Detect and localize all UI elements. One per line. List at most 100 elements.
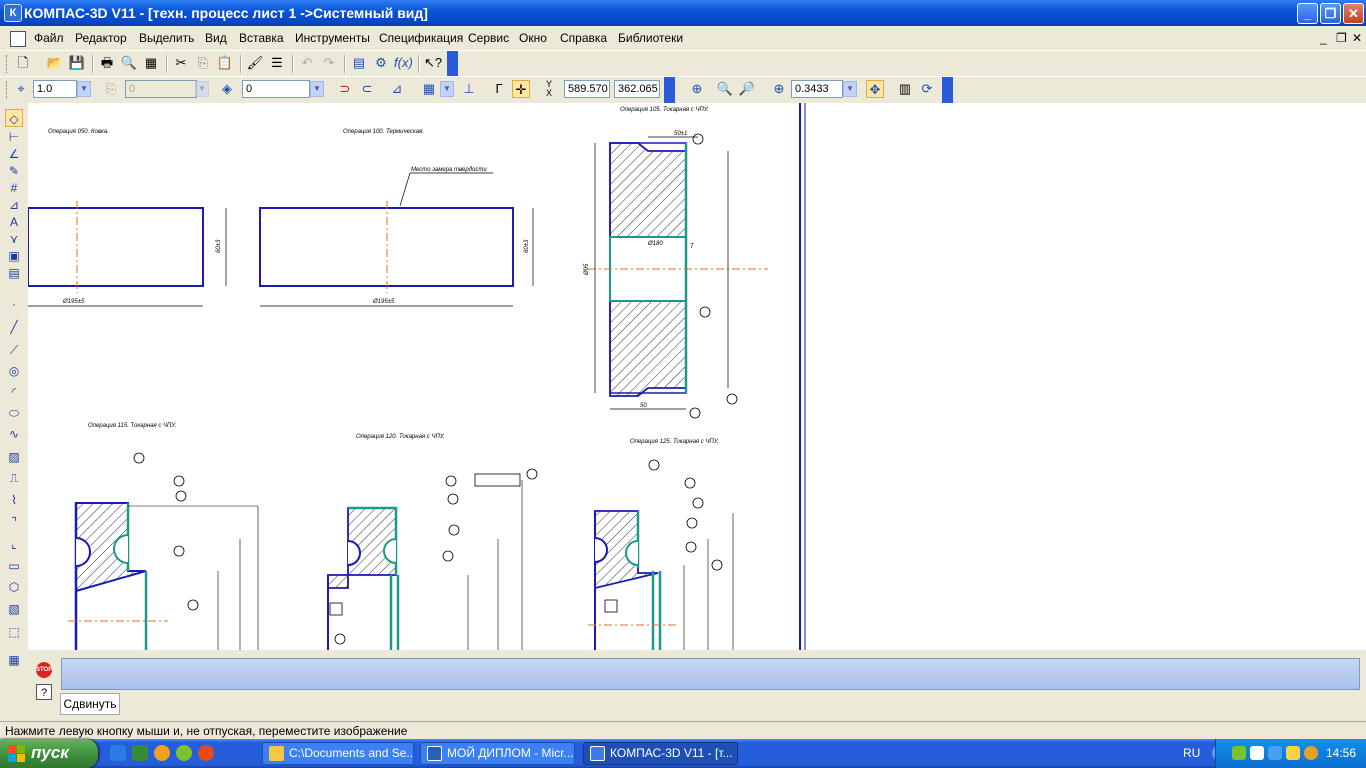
designations-icon[interactable]: ∠: [5, 145, 23, 163]
dimensions-icon[interactable]: ⊢: [5, 128, 23, 146]
copy-icon[interactable]: ⎘: [194, 54, 212, 72]
variables-fx-icon[interactable]: f(x): [394, 54, 413, 72]
segment-icon[interactable]: ⟋: [5, 341, 23, 359]
snap-options-icon[interactable]: ⊂: [358, 80, 376, 98]
cut-icon[interactable]: ✂: [172, 54, 190, 72]
menu-view[interactable]: Вид: [205, 31, 227, 45]
format-brush-icon[interactable]: 🖌: [246, 54, 264, 72]
menu-file[interactable]: Файл: [34, 31, 64, 45]
regenerate-icon[interactable]: ▥: [896, 80, 914, 98]
open-icon[interactable]: 📂: [46, 54, 64, 72]
ellipse-icon[interactable]: ⬭: [5, 404, 23, 422]
chevron-down-icon[interactable]: ▼: [310, 81, 324, 97]
select-icon[interactable]: A: [5, 213, 23, 231]
drawing-canvas[interactable]: Операция 050. Ковка. 60±3 Ø195±5 Операци…: [28, 103, 1366, 650]
collection-icon[interactable]: ▦: [5, 651, 23, 669]
list-icon[interactable]: ☰: [268, 54, 286, 72]
circle-icon[interactable]: ◎: [5, 362, 23, 380]
mdi-close-button[interactable]: ✕: [1352, 31, 1362, 45]
clock[interactable]: 14:56: [1326, 746, 1356, 760]
internet-explorer-icon[interactable]: [110, 745, 126, 761]
layer-state-icon[interactable]: ⎘: [102, 80, 120, 98]
redo-icon[interactable]: ↷: [320, 54, 338, 72]
menu-tools[interactable]: Инструменты: [295, 31, 370, 45]
polyline-icon[interactable]: ⎍: [5, 469, 23, 487]
minimize-button[interactable]: _: [1297, 3, 1318, 24]
start-button[interactable]: пуск: [0, 739, 98, 768]
fillet-icon[interactable]: ⌞: [5, 535, 23, 553]
zoom-scale-icon[interactable]: ⊕: [770, 80, 788, 98]
taskbar-kompas-button[interactable]: КОМПАС-3D V11 - [т...: [583, 742, 738, 765]
coord-y-field[interactable]: 362.065: [614, 80, 660, 98]
app-quicklaunch-icon[interactable]: [154, 745, 170, 761]
toolbar-options-icon[interactable]: [942, 77, 953, 103]
axis-icon[interactable]: ⊥: [460, 80, 478, 98]
fragment-icon[interactable]: ▤: [5, 264, 23, 282]
zoom-window-icon[interactable]: ⊕: [688, 80, 706, 98]
chamfer-icon[interactable]: ⌝: [5, 513, 23, 531]
line-scale-field[interactable]: 1.0: [33, 80, 77, 98]
menu-libraries[interactable]: Библиотеки: [618, 31, 683, 45]
toolbar-options-icon[interactable]: [664, 77, 675, 103]
report-icon[interactable]: ▣: [5, 247, 23, 265]
tray-app-icon[interactable]: [1268, 746, 1282, 760]
layers-icon[interactable]: ◈: [218, 80, 236, 98]
context-help-icon[interactable]: ↖?: [424, 54, 442, 72]
maximize-button[interactable]: ❐: [1320, 3, 1341, 24]
print-preview-icon[interactable]: 🔍: [120, 54, 138, 72]
undo-icon[interactable]: ↶: [298, 54, 316, 72]
taskbar-explorer-button[interactable]: C:\Documents and Se...: [262, 742, 414, 765]
app-quicklaunch-icon[interactable]: [132, 745, 148, 761]
document-icon[interactable]: [10, 31, 26, 47]
spec-icon[interactable]: ⋎: [5, 230, 23, 248]
save-icon[interactable]: 💾: [68, 54, 86, 72]
taskbar-word-button[interactable]: МОЙ ДИПЛОМ - Micr...: [420, 742, 575, 765]
stop-icon[interactable]: STOP: [36, 662, 52, 678]
mdi-minimize-button[interactable]: _: [1320, 31, 1327, 45]
spline-icon[interactable]: ∿: [5, 425, 23, 443]
grid-icon[interactable]: ▦: [420, 80, 438, 98]
polygon-icon[interactable]: ⬡: [5, 578, 23, 596]
hatch-icon[interactable]: ▨: [5, 448, 23, 466]
zoom-field[interactable]: 0.3433: [791, 80, 843, 98]
mdi-restore-button[interactable]: ❐: [1336, 31, 1347, 45]
manager-icon[interactable]: ▤: [350, 54, 368, 72]
cursor-snap-icon[interactable]: ✛: [512, 80, 530, 98]
bezier-icon[interactable]: ⌇: [5, 491, 23, 509]
print-icon[interactable]: 🖶: [98, 54, 116, 72]
menu-service[interactable]: Сервис: [468, 31, 509, 45]
rectangle-icon[interactable]: ▭: [5, 557, 23, 575]
toolbar-options-icon[interactable]: [447, 51, 458, 77]
close-button[interactable]: ✕: [1343, 3, 1364, 24]
tab-pan[interactable]: Сдвинуть: [60, 693, 120, 715]
menu-select[interactable]: Выделить: [139, 31, 194, 45]
toolbar-grip[interactable]: [6, 55, 10, 73]
chevron-down-icon[interactable]: ▼: [77, 81, 91, 97]
hatch-area-icon[interactable]: ▧: [5, 600, 23, 618]
local-cs-icon[interactable]: ⌖: [12, 80, 30, 98]
menu-window[interactable]: Окно: [519, 31, 547, 45]
properties-icon[interactable]: ▦: [142, 54, 160, 72]
measure-icon[interactable]: ⊿: [5, 196, 23, 214]
app-quicklaunch-icon[interactable]: [176, 745, 192, 761]
magnet-snap-icon[interactable]: ⊃: [336, 80, 354, 98]
edit-icon[interactable]: ✎: [5, 162, 23, 180]
parametrization-icon[interactable]: #: [5, 179, 23, 197]
contour-icon[interactable]: ⬚: [5, 623, 23, 641]
tray-app-icon[interactable]: [1232, 746, 1246, 760]
point-icon[interactable]: ·: [5, 295, 23, 313]
zoom-out-icon[interactable]: 🔎: [738, 80, 756, 98]
menu-specification[interactable]: Спецификация: [379, 31, 463, 45]
network-icon[interactable]: [1250, 746, 1264, 760]
pan-icon[interactable]: ✥: [866, 80, 884, 98]
chevron-down-icon[interactable]: ▼: [440, 81, 454, 97]
ortho-icon[interactable]: ⊿: [388, 80, 406, 98]
chevron-down-icon[interactable]: ▼: [843, 81, 857, 97]
language-indicator[interactable]: RU: [1183, 746, 1200, 760]
chrome-icon[interactable]: [198, 745, 214, 761]
menu-help[interactable]: Справка: [560, 31, 607, 45]
round-icon[interactable]: Г: [490, 80, 508, 98]
new-document-icon[interactable]: 🗋: [14, 54, 32, 72]
library-icon[interactable]: ⚙: [372, 54, 390, 72]
aux-line-icon[interactable]: ╱: [5, 318, 23, 336]
